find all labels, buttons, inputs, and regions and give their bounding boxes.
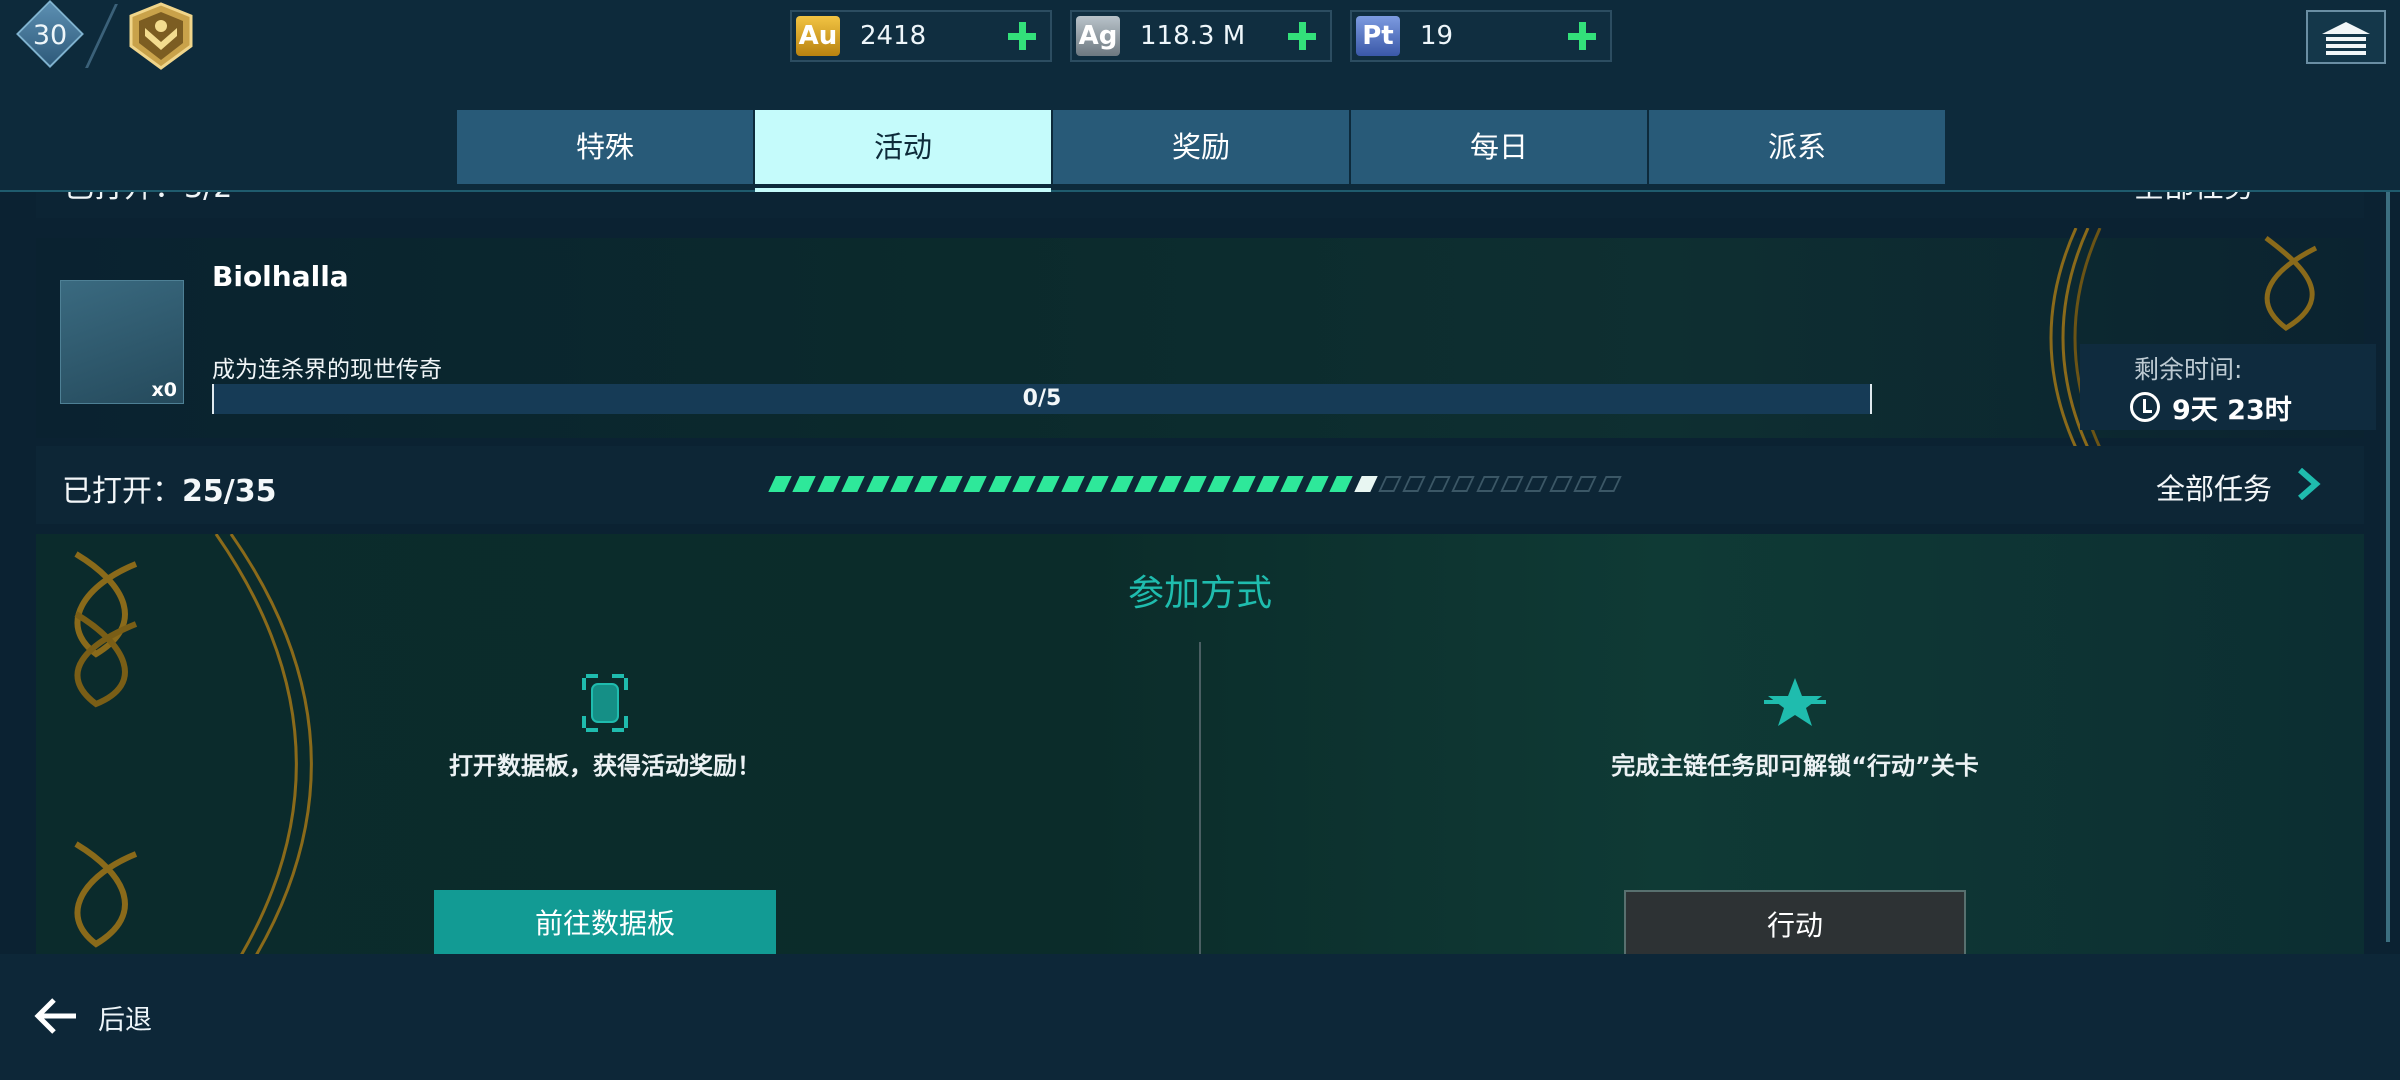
time-remaining-value: 9天 23时	[2172, 395, 2292, 426]
opened-label: 已打开：25/35	[62, 466, 276, 510]
platinum-chip-icon: Pt	[1356, 16, 1400, 56]
opened-segment	[963, 476, 987, 492]
opened-label-text: 已打开：	[62, 474, 182, 509]
opened-segment	[914, 476, 939, 492]
opened-segment	[1036, 476, 1061, 492]
opened-segment	[1134, 476, 1158, 492]
opened-segment	[1305, 476, 1329, 492]
back-button[interactable]: 后退	[98, 998, 152, 1037]
datapad-instruction: 打开数据板，获得活动奖励！	[449, 752, 761, 780]
tab-strip: 特殊 活动 奖励 每日 派系	[0, 72, 2400, 192]
opened-segment	[890, 476, 914, 492]
divider	[85, 4, 118, 68]
opened-segment	[1573, 476, 1597, 492]
opened-segment	[1549, 476, 1573, 492]
all-tasks-link[interactable]: 全部任务	[2156, 466, 2272, 508]
currency-platinum: Pt 19	[1350, 10, 1612, 62]
opened-segment	[1256, 476, 1280, 492]
add-platinum-plus-icon[interactable]	[1568, 22, 1596, 50]
opened-segment	[841, 476, 865, 492]
time-remaining-box: 剩余时间: 9天 23时	[2080, 344, 2376, 430]
task-progress-bar: 0/5	[212, 384, 1872, 414]
opened-segment	[1158, 476, 1183, 492]
platinum-amount: 19	[1420, 21, 1454, 51]
chevron-right-icon[interactable]	[2296, 468, 2322, 500]
task-card[interactable]: x0 Biolhalla 成为连杀界的现世传奇 0/5 剩余时间: 9天 23时	[36, 228, 2376, 448]
opened-segment	[1061, 476, 1085, 492]
column-divider	[1199, 642, 1201, 954]
tab-faction[interactable]: 派系	[1649, 110, 1945, 184]
opened-segment	[792, 476, 817, 492]
tab-daily[interactable]: 每日	[1351, 110, 1647, 184]
gold-chip-icon: Au	[796, 16, 840, 56]
add-silver-plus-icon[interactable]	[1288, 22, 1316, 50]
currency-silver: Ag 118.3 M	[1070, 10, 1332, 62]
opened-segment	[1183, 476, 1207, 492]
tab-events[interactable]: 活动	[755, 110, 1051, 184]
task-reward-icon[interactable]: x0	[60, 280, 184, 404]
opened-segment	[939, 476, 963, 492]
task-progress-text: 0/5	[1022, 386, 1062, 411]
opened-segment	[817, 476, 841, 492]
opened-segment	[1280, 476, 1305, 492]
time-remaining-label: 剩余时间:	[2134, 355, 2243, 384]
player-level-badge[interactable]: 30	[14, 0, 84, 68]
clock-icon	[2130, 392, 2160, 422]
opened-segment	[1524, 476, 1549, 492]
action-button[interactable]: 行动	[1624, 890, 1966, 954]
silver-amount: 118.3 M	[1140, 21, 1246, 51]
opened-segment	[1597, 476, 1622, 492]
datapad-icon	[582, 674, 628, 732]
home-button[interactable]	[2306, 10, 2386, 64]
opened-segment	[1329, 476, 1353, 492]
tab-special[interactable]: 特殊	[457, 110, 753, 184]
home-icon	[2322, 22, 2370, 55]
opened-segment	[1109, 476, 1134, 492]
back-arrow-icon[interactable]	[34, 996, 78, 1036]
previous-opened-label: 已打开：3/2	[64, 192, 232, 206]
silver-chip-icon: Ag	[1076, 16, 1120, 56]
opened-segment	[1231, 476, 1256, 492]
mission-unlock-instruction: 完成主链任务即可解锁“行动”关卡	[1611, 752, 1979, 780]
opened-segment	[987, 476, 1012, 492]
opened-segment	[1500, 476, 1524, 492]
previous-opened-row: 已打开：3/2 全部任务	[36, 192, 2364, 218]
add-gold-plus-icon[interactable]	[1008, 22, 1036, 50]
opened-segment	[768, 476, 792, 492]
task-description: 成为连杀界的现世传奇	[212, 357, 442, 383]
task-reward-quantity: x0	[151, 379, 177, 401]
opened-segment	[1427, 476, 1451, 492]
currency-gold: Au 2418	[790, 10, 1052, 62]
opened-segment	[1012, 476, 1036, 492]
opened-segment	[865, 476, 890, 492]
opened-segment	[1207, 476, 1231, 492]
previous-all-tasks-link[interactable]: 全部任务	[2134, 192, 2254, 206]
opened-segment	[1451, 476, 1475, 492]
tab-rewards[interactable]: 奖励	[1053, 110, 1349, 184]
task-title: Biolhalla	[212, 260, 349, 293]
star-emblem-icon	[1764, 678, 1826, 726]
opened-progress-row: 已打开：25/35 全部任务	[36, 446, 2364, 524]
opened-segment	[1085, 476, 1109, 492]
opened-segment	[1402, 476, 1427, 492]
event-scroll-area[interactable]: 已打开：3/2 全部任务 x0 Biolhalla 成为连杀界的现世传奇 0/5…	[0, 192, 2400, 954]
top-bar: 30 Au 2418 Ag 118.3 M Pt 19	[0, 0, 2400, 72]
player-level: 30	[32, 20, 68, 51]
opened-segment	[1353, 476, 1378, 492]
how-to-join-panel: 参加方式 打开数据板，获得活动奖励！ 前往数据板 完成主链任务即可解锁“行动”关…	[36, 534, 2364, 954]
scrollbar[interactable]	[2386, 192, 2390, 942]
go-to-datapad-button[interactable]: 前往数据板	[434, 890, 776, 954]
rank-emblem-icon[interactable]	[125, 2, 197, 70]
bottom-bar: 后退	[0, 954, 2400, 1080]
gold-amount: 2418	[860, 21, 927, 51]
opened-count: 25/35	[182, 474, 277, 509]
opened-segment	[1378, 476, 1402, 492]
opened-segment	[1475, 476, 1500, 492]
how-to-join-title: 参加方式	[1127, 573, 1272, 614]
